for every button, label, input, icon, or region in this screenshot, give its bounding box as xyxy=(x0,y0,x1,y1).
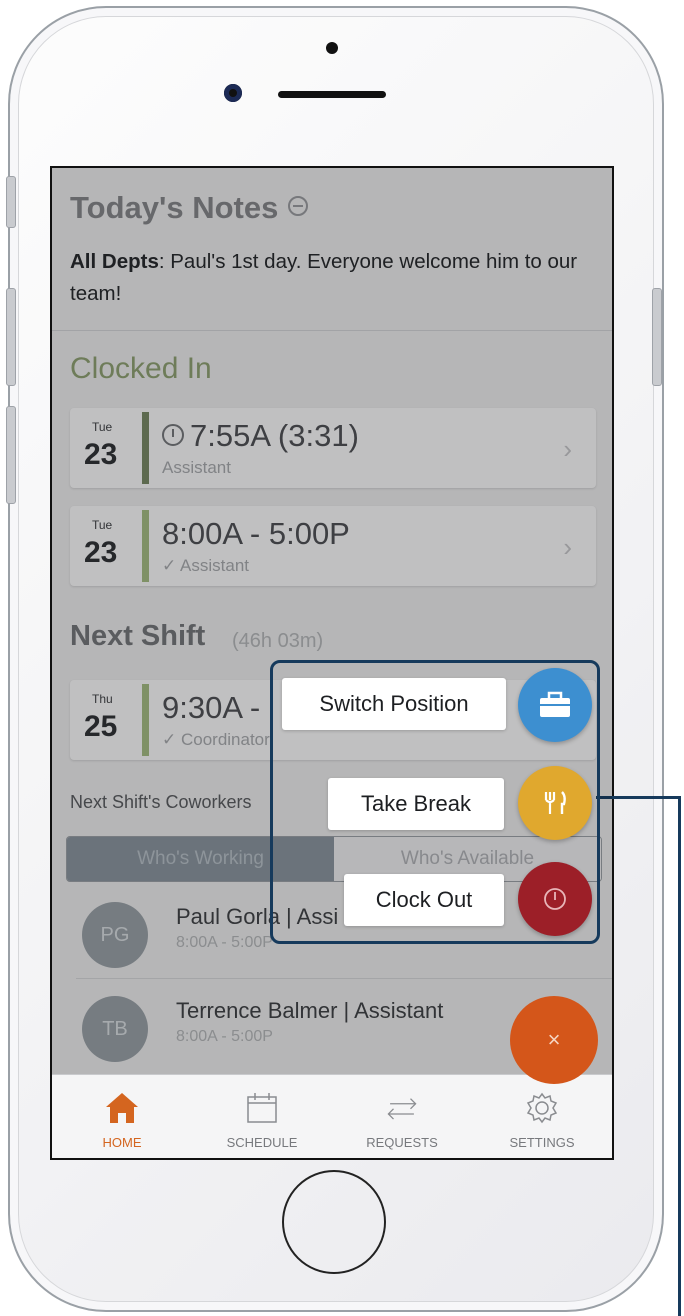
annotation-connector xyxy=(678,796,681,1316)
volume-up-button xyxy=(6,288,16,386)
tab-requests[interactable]: REQUESTS xyxy=(332,1075,472,1158)
gear-icon xyxy=(525,1091,559,1125)
tab-settings[interactable]: SETTINGS xyxy=(472,1075,612,1158)
home-button[interactable] xyxy=(282,1170,386,1274)
clock-out-label[interactable]: Clock Out xyxy=(344,874,504,926)
power-button xyxy=(652,288,662,386)
take-break-button[interactable] xyxy=(518,766,592,840)
silent-switch xyxy=(6,176,16,228)
earpiece-speaker xyxy=(278,91,386,98)
swap-arrows-icon xyxy=(385,1091,419,1125)
tab-home[interactable]: HOME xyxy=(52,1075,192,1158)
tab-label: SCHEDULE xyxy=(226,1135,298,1150)
take-break-label[interactable]: Take Break xyxy=(328,778,504,830)
tab-label: SETTINGS xyxy=(509,1135,575,1150)
calendar-icon xyxy=(245,1091,279,1125)
home-icon xyxy=(105,1091,139,1125)
utensils-icon xyxy=(544,791,566,814)
clock-icon xyxy=(544,888,566,910)
switch-position-button[interactable] xyxy=(518,668,592,742)
app-screen: Today's Notes All Depts: Paul's 1st day.… xyxy=(50,166,614,1160)
proximity-sensor xyxy=(326,42,338,54)
fab-close-button[interactable]: × xyxy=(510,996,598,1084)
tab-bar: HOME SCHEDULE REQUESTS SETTINGS xyxy=(52,1074,612,1158)
front-camera xyxy=(224,84,242,102)
switch-position-label[interactable]: Switch Position xyxy=(282,678,506,730)
tab-label: REQUESTS xyxy=(366,1135,438,1150)
clock-out-button[interactable] xyxy=(518,862,592,936)
tab-label: HOME xyxy=(102,1135,142,1150)
tab-schedule[interactable]: SCHEDULE xyxy=(192,1075,332,1158)
volume-down-button xyxy=(6,406,16,504)
briefcase-icon xyxy=(540,691,570,717)
